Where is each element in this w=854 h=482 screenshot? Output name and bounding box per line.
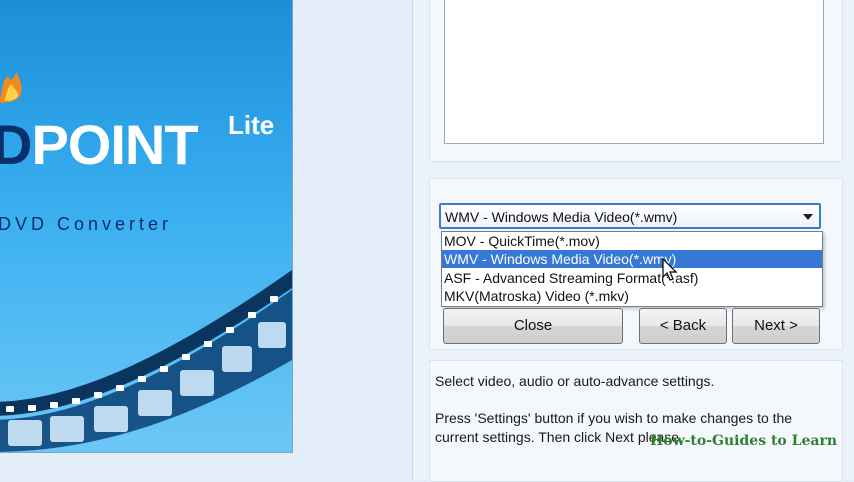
film-strip-graphic <box>0 270 292 452</box>
output-format-select[interactable]: WMV - Windows Media Video(*.wmv) <box>439 203 821 229</box>
back-button[interactable]: < Back <box>639 308 727 344</box>
brand-logo-left: D <box>0 113 32 176</box>
selected-format-value: WMV - Windows Media Video(*.wmv) <box>445 209 678 225</box>
flame-icon <box>0 72 22 103</box>
chevron-down-icon[interactable] <box>803 214 813 220</box>
brand-logo: DPOINT <box>0 112 199 177</box>
product-tagline: DVD Converter <box>0 214 173 234</box>
format-option-asf[interactable]: ASF - Advanced Streaming Format(*.asf) <box>442 269 822 287</box>
format-option-wmv[interactable]: WMV - Windows Media Video(*.wmv) <box>442 250 822 268</box>
edition-label: Lite <box>228 110 275 140</box>
format-option-mkv[interactable]: MKV(Matroska) Video (*.mkv) <box>442 287 822 305</box>
format-option-mov[interactable]: MOV - QuickTime(*.mov) <box>442 232 822 250</box>
product-banner: DPOINT Lite DVD Converter <box>0 0 293 453</box>
file-list-box[interactable] <box>444 0 824 144</box>
format-dropdown-list: MOV - QuickTime(*.mov) WMV - Windows Med… <box>441 231 823 307</box>
next-button[interactable]: Next > <box>732 308 820 344</box>
close-button[interactable]: Close <box>443 308 623 344</box>
instruction-text-1: Select video, audio or auto-advance sett… <box>435 373 715 389</box>
brand-logo-right: POINT <box>31 113 198 176</box>
mouse-cursor-icon <box>662 258 678 281</box>
watermark-text: How-to-Guides to Learn <box>650 433 838 449</box>
